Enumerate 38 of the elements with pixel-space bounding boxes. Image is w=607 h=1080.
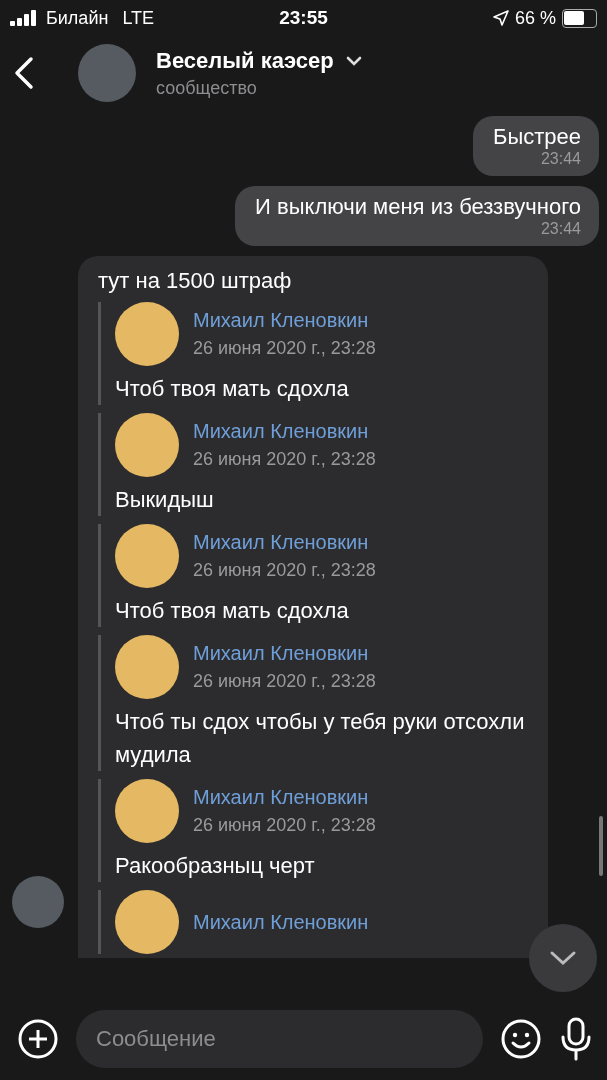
author-name[interactable]: Михаил Кленовкин — [193, 420, 376, 443]
author-name[interactable]: Михаил Кленовкин — [193, 309, 376, 332]
author-name[interactable]: Михаил Кленовкин — [193, 531, 376, 554]
forward-date: 26 июня 2020 г., 23:28 — [193, 671, 376, 692]
message-time: 23:44 — [540, 150, 581, 168]
chat-subtitle: сообщество — [156, 77, 258, 99]
battery-percent: 66 % — [514, 7, 556, 29]
message-text: И выключи меня из беззвучного — [255, 194, 581, 220]
author-name[interactable]: Михаил Кленовкин — [193, 910, 369, 934]
chevron-down-icon — [549, 950, 577, 966]
forward-date: 26 июня 2020 г., 23:28 — [193, 338, 376, 359]
clock: 23:55 — [279, 7, 328, 29]
add-icon[interactable] — [18, 1019, 58, 1059]
sender-avatar — [12, 876, 64, 928]
forwarded-text: Чтоб твоя мать сдохла — [115, 597, 350, 625]
location-arrow-icon — [492, 10, 509, 26]
forward-date: 26 июня 2020 г., 23:28 — [193, 560, 376, 581]
microphone-icon[interactable] — [559, 1017, 593, 1061]
chat-title[interactable]: Веселый каэсер — [156, 47, 334, 74]
emoji-icon[interactable] — [501, 1019, 541, 1059]
chevron-down-icon[interactable] — [345, 55, 362, 66]
author-name[interactable]: Михаил Кленовкин — [193, 642, 376, 665]
forwarded-text: Чтоб твоя мать сдохла — [115, 375, 350, 403]
forwarded-text: Чтоб ты сдох чтобы у тебя руки отсохли мудила — [115, 708, 526, 769]
forwarded-text: Выкидыш — [115, 486, 215, 514]
battery-icon — [562, 8, 597, 28]
network-type: LTE — [122, 7, 155, 29]
message-input[interactable]: Сообщение — [76, 1010, 483, 1068]
carrier-name: Билайн — [46, 7, 109, 29]
forward-date: 26 июня 2020 г., 23:28 — [193, 815, 376, 836]
message-text: тут на 1500 штраф — [98, 268, 292, 294]
back-chevron-icon — [14, 56, 34, 90]
author-name[interactable]: Михаил Кленовкин — [193, 786, 376, 809]
scrollbar — [599, 816, 603, 876]
message-time: 23:44 — [540, 220, 581, 238]
message-text: Быстрее — [492, 124, 581, 150]
forwarded-text: Ракообразныц черт — [115, 852, 316, 880]
forward-date: 26 июня 2020 г., 23:28 — [193, 449, 376, 470]
